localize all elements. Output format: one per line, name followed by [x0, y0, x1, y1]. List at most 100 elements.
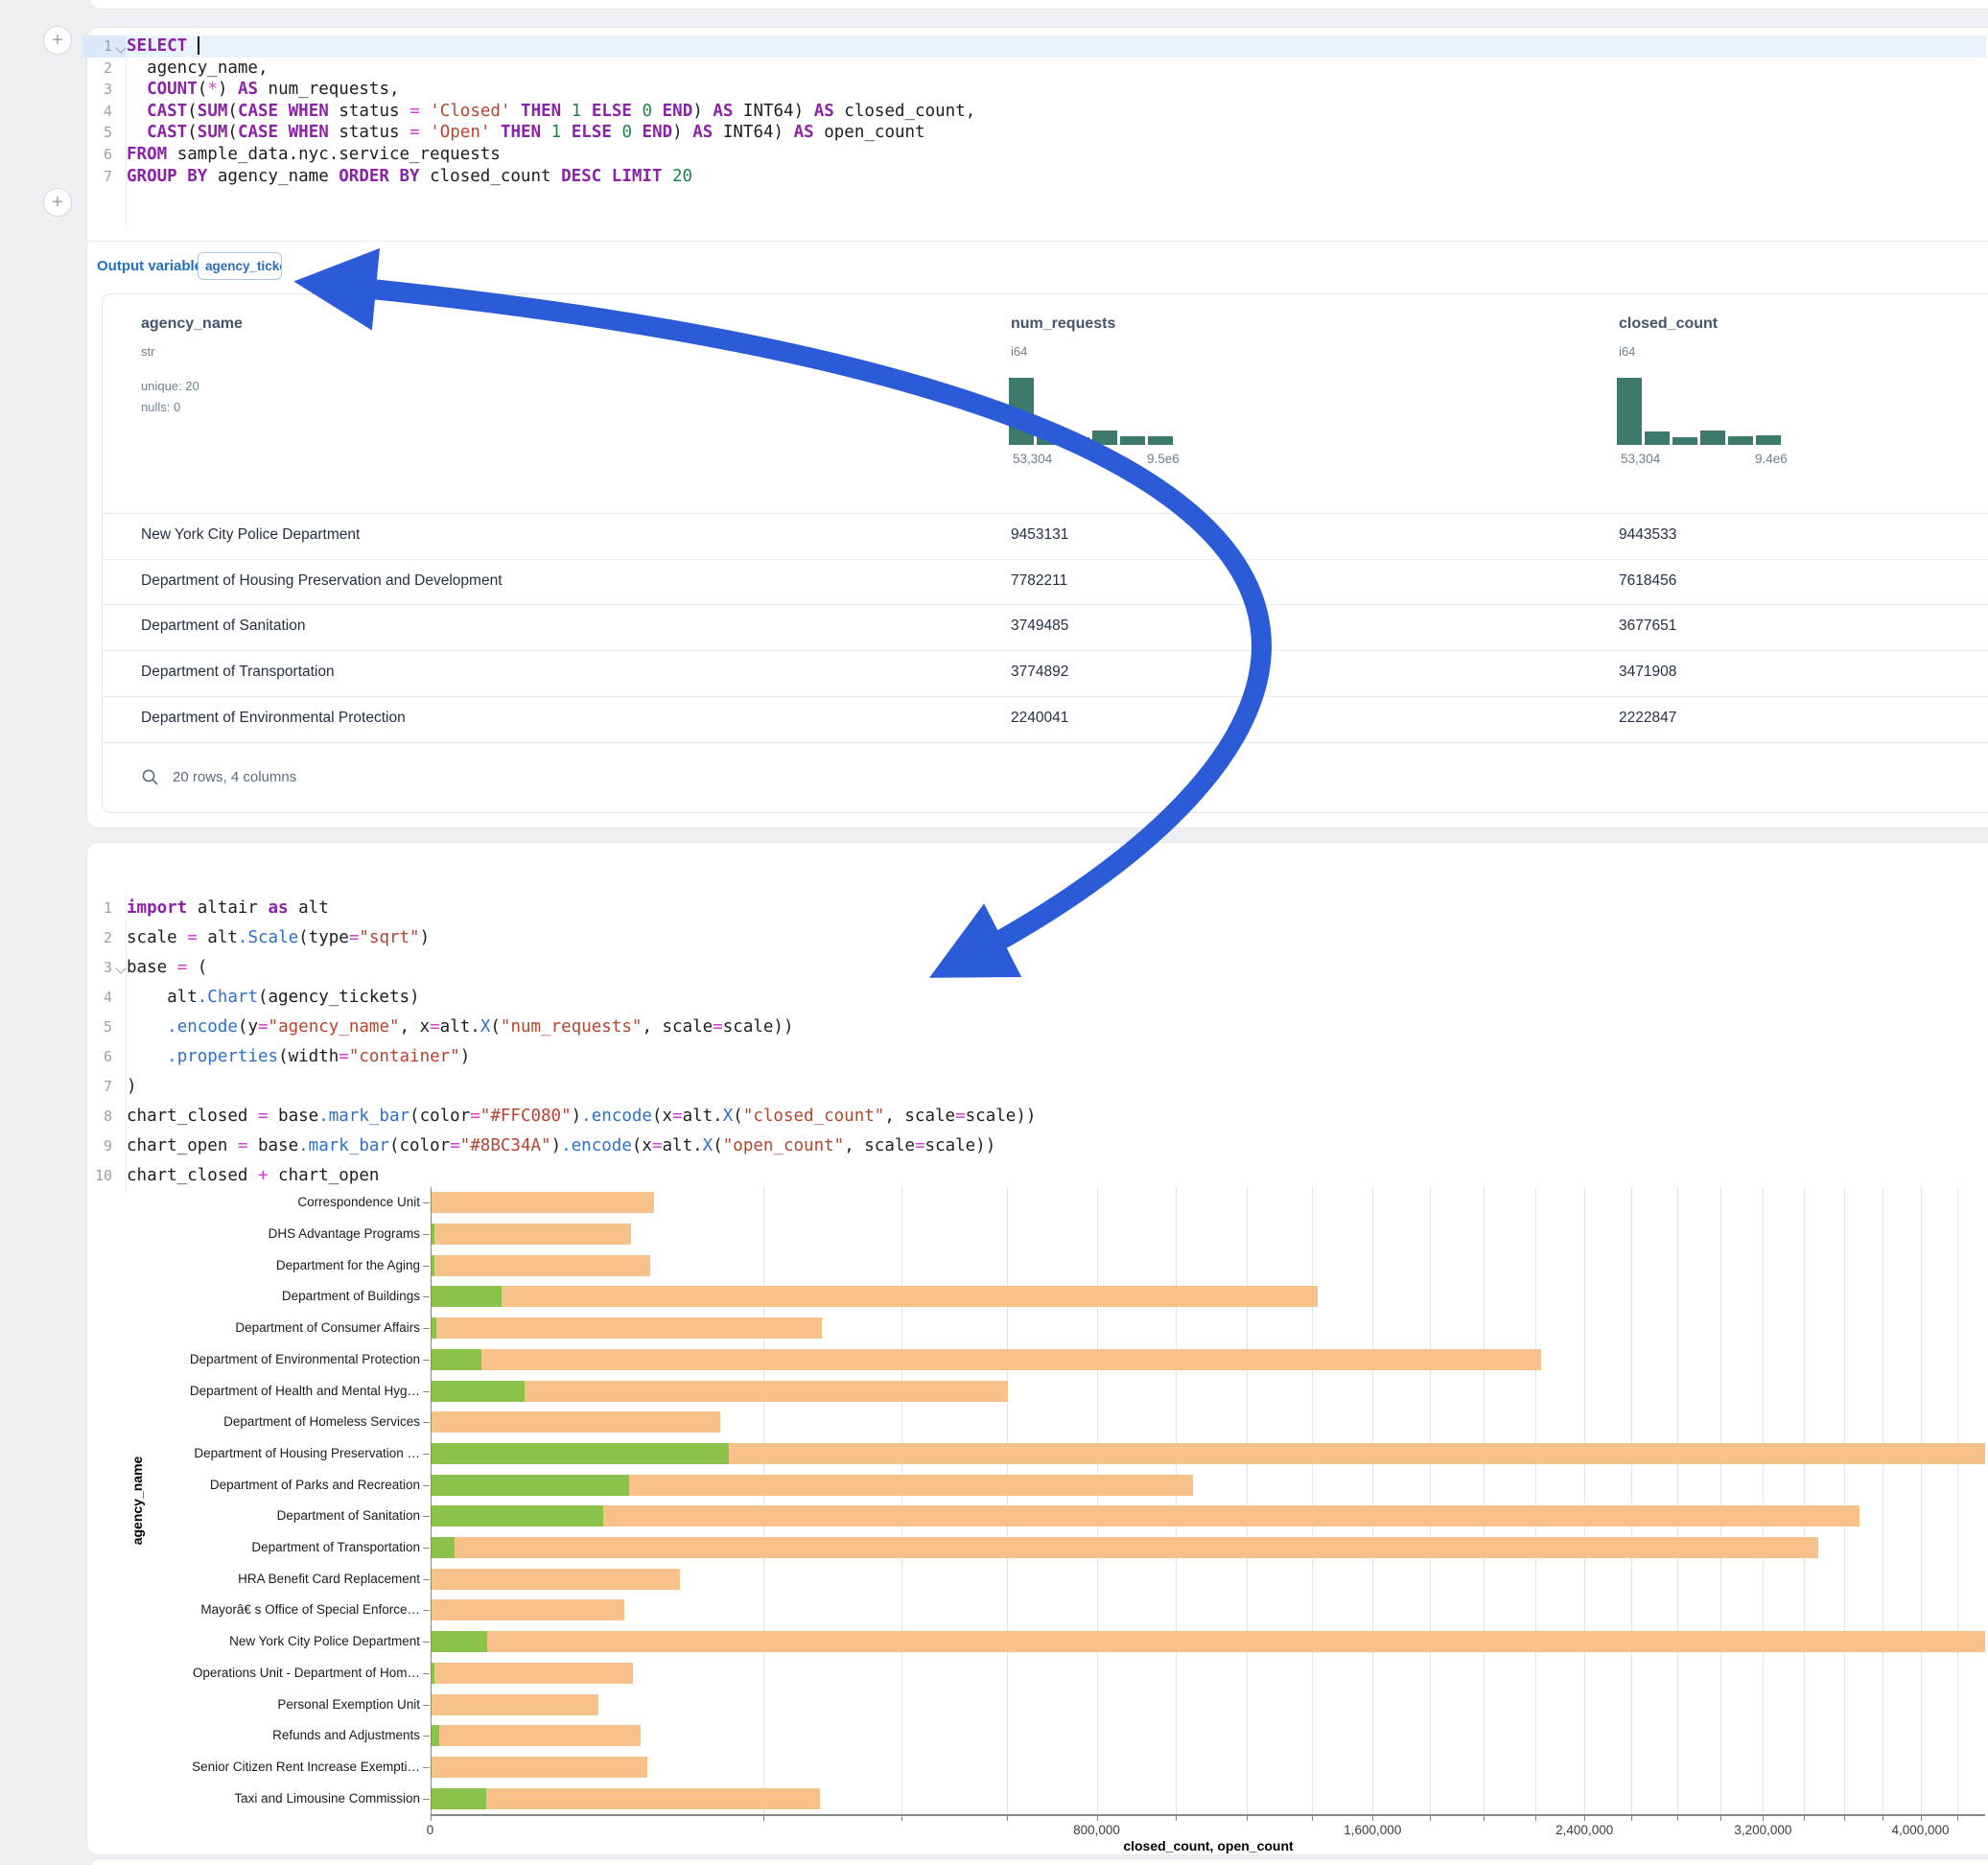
output-variable-label: Output variable:	[97, 258, 207, 274]
line-number: 7	[87, 166, 112, 188]
histogram-bar	[1672, 437, 1697, 445]
histogram-bar	[1756, 435, 1781, 445]
table-footer: 20 rows, 4 columns	[141, 768, 296, 786]
column-header[interactable]: num_requests	[1011, 315, 1115, 333]
code-text: COUNT(*) AS num_requests,	[127, 79, 400, 101]
column-histogram	[1009, 378, 1174, 445]
line-number: 1	[87, 894, 112, 923]
code-line[interactable]: 4 CAST(SUM(CASE WHEN status = 'Closed' T…	[87, 101, 1986, 123]
line-number: 4	[87, 983, 112, 1013]
table-row[interactable]: Department of Housing Preservation and D…	[103, 559, 1988, 605]
line-number: 10	[87, 1161, 112, 1191]
code-text: GROUP BY agency_name ORDER BY closed_cou…	[127, 166, 692, 188]
column-header[interactable]: closed_count	[1619, 315, 1718, 333]
notebook-page: { "page": {"background": "#EDEFF2"}, "co…	[0, 0, 1988, 1864]
histogram-bar	[1700, 431, 1725, 445]
code-text: chart_open = base.mark_bar(color="#8BC34…	[127, 1131, 995, 1161]
code-text: FROM sample_data.nyc.service_requests	[127, 144, 501, 166]
column-stat: unique: 20	[141, 379, 199, 393]
code-text: import altair as alt	[127, 894, 329, 923]
table-row[interactable]: Department of Transportation 3774892 34719…	[103, 650, 1988, 696]
line-number: 8	[87, 1102, 112, 1131]
table-cell: Department of Transportation	[141, 664, 335, 681]
line-number: 4	[87, 101, 112, 123]
table-cell: Department of Sanitation	[141, 618, 305, 635]
line-number: 9	[87, 1131, 112, 1161]
column-header[interactable]: agency_name	[141, 315, 243, 333]
histogram-max-label: 9.4e6	[1755, 452, 1788, 466]
table-row[interactable]: Department of Sanitation37494853677651	[103, 604, 1988, 650]
output-variable-pill[interactable]: agency_tickets	[198, 252, 282, 280]
line-number: 3	[87, 79, 112, 101]
text-caret	[198, 36, 199, 55]
table-cell: 3677651	[1619, 618, 1676, 635]
code-line[interactable]: 3base = (	[87, 953, 1986, 983]
code-text: alt.Chart(agency_tickets)	[127, 983, 420, 1013]
table-cell: 3774892	[1011, 664, 1068, 681]
line-number: 5	[87, 1013, 112, 1042]
code-line[interactable]: 5 CAST(SUM(CASE WHEN status = 'Open' THE…	[87, 122, 1986, 144]
column-type: i64	[1011, 344, 1027, 359]
code-line[interactable]: 5 .encode(y="agency_name", x=alt.X("num_…	[87, 1013, 1986, 1042]
histogram-bar	[1092, 431, 1117, 445]
code-line[interactable]: 6 .properties(width="container")	[87, 1042, 1986, 1072]
code-text: .encode(y="agency_name", x=alt.X("num_re…	[127, 1013, 794, 1042]
code-line[interactable]: 1 import altair as alt	[87, 894, 1986, 923]
code-line[interactable]: 6FROM sample_data.nyc.service_requests	[87, 144, 1986, 166]
histogram-min-label: 53,304	[1013, 452, 1052, 466]
code-text: chart_closed = base.mark_bar(color="#FFC…	[127, 1102, 1036, 1131]
code-line[interactable]: 8 chart_closed = base.mark_bar(color="#FF…	[87, 1102, 1986, 1131]
histogram-bar	[1148, 436, 1173, 445]
line-number: 2	[87, 923, 112, 953]
sql-code-editor[interactable]: 1SELECT 2 agency_name,3 COUNT(*) AS num_…	[87, 35, 1986, 187]
output-variable-row: Output variable: agency_tickets	[97, 258, 207, 275]
code-line[interactable]: 2 agency_name,	[87, 58, 1986, 80]
line-number: 6	[87, 1042, 112, 1072]
table-row[interactable]: New York City Police Department945313194…	[103, 513, 1988, 559]
table-cell: 9443533	[1619, 526, 1676, 544]
code-text: CAST(SUM(CASE WHEN status = 'Closed' THE…	[127, 101, 975, 123]
table-cell: 3471908	[1619, 664, 1676, 681]
code-text: base = (	[127, 953, 207, 983]
histogram-bar	[1728, 436, 1753, 445]
code-line[interactable]: 10chart_closed + chart_open	[87, 1161, 1986, 1191]
line-number: 7	[87, 1072, 112, 1102]
histogram-bar	[1645, 431, 1670, 445]
table-cell: 7782211	[1011, 572, 1067, 590]
code-line[interactable]: 4 alt.Chart(agency_tickets)	[87, 983, 1986, 1013]
table-cell: 2222847	[1619, 710, 1676, 727]
code-line[interactable]: 7 GROUP BY agency_name ORDER BY closed_co…	[87, 166, 1986, 188]
code-line[interactable]: 3 COUNT(*) AS num_requests,	[87, 79, 1986, 101]
sql-cell: 1SELECT 2 agency_name,3 COUNT(*) AS num_…	[86, 27, 1988, 828]
python-code-editor[interactable]: 1 import altair as alt 2 scale = alt.Scale(…	[87, 894, 1986, 1191]
code-text: scale = alt.Scale(type="sqrt")	[127, 923, 430, 953]
code-line[interactable]: 7)	[87, 1072, 1986, 1102]
line-number: 2	[87, 58, 112, 80]
histogram-bar	[1009, 378, 1034, 445]
code-line[interactable]: 1 SELECT	[87, 35, 1986, 58]
code-text: SELECT	[127, 35, 199, 58]
code-line[interactable]: 9 chart_open = base.mark_bar(color="#8BC3…	[87, 1131, 1986, 1161]
histogram-bar	[1120, 436, 1145, 445]
code-text: agency_name,	[127, 58, 269, 80]
add-cell-button-top[interactable]: +	[43, 26, 72, 55]
code-line[interactable]: 2 scale = alt.Scale(type="sqrt")	[87, 923, 1986, 953]
column-type: i64	[1619, 344, 1635, 359]
histogram-bar	[1037, 431, 1062, 445]
fold-chevron-icon[interactable]	[115, 963, 126, 973]
search-icon[interactable]	[141, 768, 159, 786]
table-row[interactable]: Department of Environmental Protection22…	[103, 696, 1988, 742]
line-number: 1	[87, 35, 112, 58]
table-cell: 2240041	[1011, 710, 1068, 727]
column-histogram	[1617, 378, 1782, 445]
histogram-max-label: 9.5e6	[1147, 452, 1180, 466]
add-cell-button-between[interactable]: +	[43, 188, 72, 217]
line-number: 5	[87, 122, 112, 144]
row-separator	[103, 742, 1988, 743]
table-row-count: 20 rows, 4 columns	[173, 769, 296, 785]
table-cell: 9453131	[1011, 526, 1068, 544]
table-cell: 7618456	[1619, 572, 1676, 590]
python-cell: 1 import altair as alt 2 scale = alt.Scale(…	[86, 842, 1988, 1855]
histogram-min-label: 53,304	[1621, 452, 1660, 466]
histogram-bar	[1617, 378, 1642, 445]
